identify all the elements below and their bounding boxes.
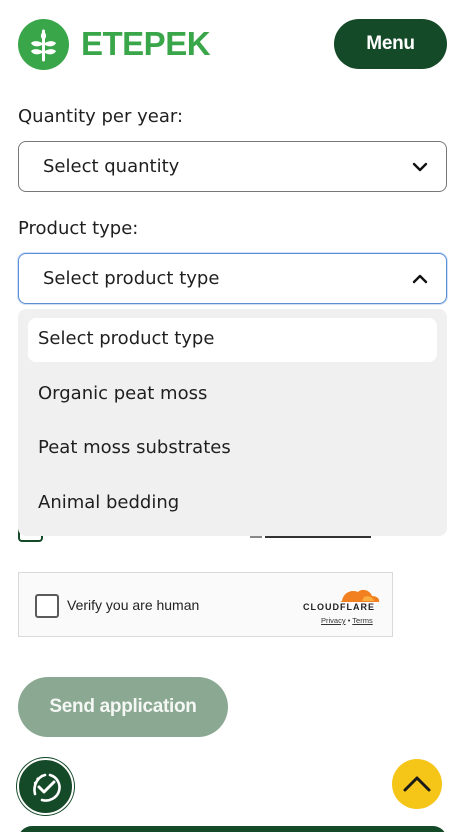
dropdown-option-label: Select product type: [38, 328, 215, 349]
brand-name[interactable]: ETEPEK: [81, 24, 211, 64]
menu-button[interactable]: Menu: [334, 19, 447, 69]
captcha-link-separator: •: [347, 616, 351, 625]
dropdown-option[interactable]: Select product type: [28, 318, 437, 362]
product-type-dropdown: Select product type Organic peat moss Pe…: [18, 309, 447, 536]
quantity-select-value: Select quantity: [43, 156, 180, 177]
send-application-button[interactable]: Send application: [18, 677, 228, 737]
accessibility-icon: [33, 773, 61, 802]
chevron-up-icon: [412, 274, 428, 284]
dropdown-option-label: Peat moss substrates: [38, 437, 231, 458]
chevron-down-icon: [412, 162, 428, 172]
captcha-links: Privacy • Terms: [321, 616, 373, 625]
dropdown-option[interactable]: Peat moss substrates: [18, 427, 447, 471]
captcha-terms-link[interactable]: Terms: [352, 616, 372, 625]
quantity-select[interactable]: Select quantity: [18, 141, 447, 192]
accessibility-button[interactable]: [17, 758, 74, 815]
scroll-to-top-button[interactable]: [392, 759, 442, 809]
cloudflare-wordmark: CLOUDFLARE: [303, 602, 375, 612]
footer-bar: [18, 826, 447, 832]
dropdown-option[interactable]: Animal bedding: [18, 482, 447, 526]
chevron-up-icon: [403, 776, 431, 792]
product-type-select[interactable]: Select product type: [18, 253, 447, 304]
captcha-checkbox[interactable]: [35, 594, 59, 618]
logo-icon[interactable]: [18, 19, 69, 70]
product-type-select-value: Select product type: [43, 268, 220, 289]
dropdown-option-label: Animal bedding: [38, 492, 180, 513]
quantity-label: Quantity per year:: [18, 106, 184, 127]
dropdown-option[interactable]: Organic peat moss: [18, 373, 447, 417]
captcha-label: Verify you are human: [67, 597, 200, 613]
site-header: ETEPEK Menu: [0, 0, 466, 90]
captcha-privacy-link[interactable]: Privacy: [321, 616, 346, 625]
dropdown-option-label: Organic peat moss: [38, 383, 208, 404]
privacy-policy-link[interactable]: [265, 536, 371, 538]
product-type-label: Product type:: [18, 218, 139, 239]
consent-text-fragment: [250, 536, 262, 538]
captcha-widget: Verify you are human CLOUDFLARE Privacy …: [18, 572, 393, 637]
